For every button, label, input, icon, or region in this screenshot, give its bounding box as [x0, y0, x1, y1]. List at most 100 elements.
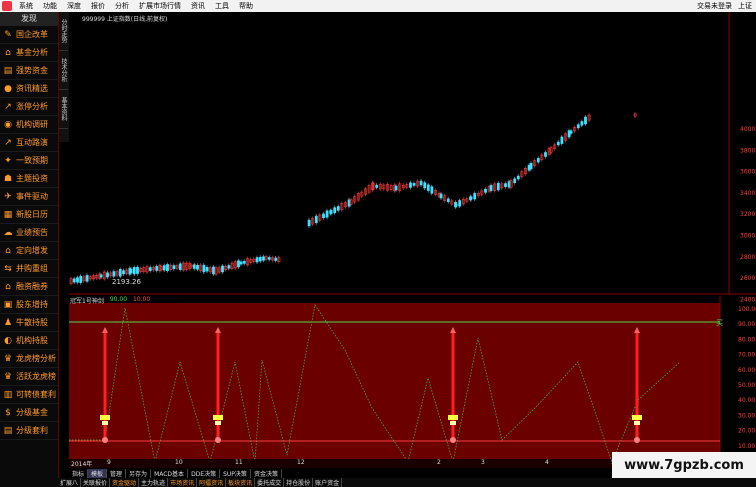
- signal-dot: [634, 437, 640, 443]
- sidebar-item[interactable]: ♛ 龙虎榜分析: [0, 350, 58, 368]
- app-logo-icon: [2, 1, 12, 11]
- tab-sector-news[interactable]: 板块资讯: [226, 478, 256, 487]
- candlestick: [333, 207, 337, 214]
- sidebar-item[interactable]: ▥ 可转债套利: [0, 386, 58, 404]
- sidebar-item-label: 分级基金: [16, 408, 48, 417]
- tab-template[interactable]: 模板: [88, 469, 108, 478]
- candlestick: [419, 180, 423, 186]
- sidebar-item[interactable]: ▤ 分级套利: [0, 422, 58, 440]
- tab-fundamentals[interactable]: 基本资料: [59, 90, 68, 129]
- trade-login-status[interactable]: 交易未登录: [697, 1, 732, 11]
- candlestick: [239, 261, 243, 265]
- menu-system[interactable]: 系统: [14, 1, 38, 11]
- menu-function[interactable]: 功能: [38, 1, 62, 11]
- sidebar-item-icon: ▤: [3, 425, 13, 436]
- sidebar-item[interactable]: ● 资讯精选: [0, 80, 58, 98]
- tab-alert-news[interactable]: 阿擂资讯: [197, 478, 227, 487]
- sidebar-item[interactable]: ♛ 活跃龙虎榜: [0, 368, 58, 386]
- sidebar-item[interactable]: $ 分级基金: [0, 404, 58, 422]
- tab-sup[interactable]: SUP决策: [220, 469, 251, 478]
- tab-save-as[interactable]: 另存为: [126, 469, 152, 478]
- tab-macd[interactable]: MACD基本: [151, 469, 189, 478]
- date-label: 10: [175, 459, 183, 466]
- candlestick: [580, 121, 584, 126]
- tab-dde[interactable]: DDE决策: [188, 469, 221, 478]
- sidebar-item[interactable]: ⇆ 并购重组: [0, 260, 58, 278]
- candlestick: [489, 185, 493, 191]
- menu-news[interactable]: 资讯: [186, 1, 210, 11]
- sidebar-item[interactable]: ▦ 新股日历: [0, 206, 58, 224]
- sidebar-item-icon: ▣: [3, 299, 13, 310]
- date-label: 9: [107, 459, 111, 466]
- kline-chart[interactable]: 4000 3800 3600 3400 3200 3000 2800 2600 2400 100…: [69, 12, 756, 460]
- tab-fund-drive[interactable]: 资金驱动: [110, 478, 140, 487]
- tab-account[interactable]: 账户资金: [313, 478, 343, 487]
- date-label: 2014年: [71, 461, 93, 468]
- candlestick: [516, 175, 520, 180]
- tab-market-news[interactable]: 市场资讯: [168, 478, 198, 487]
- candlestick: [267, 257, 271, 260]
- candlestick: [560, 136, 564, 144]
- menu-ext-market[interactable]: 扩展市场行情: [134, 1, 186, 11]
- date-label: 2: [437, 459, 441, 466]
- sidebar-item[interactable]: ✦ 一致预期: [0, 152, 58, 170]
- sidebar-item[interactable]: ⌂ 融资融券: [0, 278, 58, 296]
- candlestick: [576, 124, 580, 129]
- sidebar-item[interactable]: ⌂ 定向增发: [0, 242, 58, 260]
- sidebar-item[interactable]: ↗ 互动路演: [0, 134, 58, 152]
- sidebar-item[interactable]: ↗ 涨停分析: [0, 98, 58, 116]
- sidebar-item[interactable]: ⌂ 基金分析: [0, 44, 58, 62]
- sidebar-item-label: 牛散持股: [16, 318, 48, 327]
- tab-main-track[interactable]: 主力轨迹: [139, 478, 169, 487]
- signal-marker: [102, 421, 108, 425]
- sidebar-item[interactable]: ◐ 机构持股: [0, 332, 58, 350]
- candlestick: [227, 265, 231, 269]
- menu-help[interactable]: 帮助: [234, 1, 258, 11]
- price-axis-label: 4000: [740, 126, 755, 133]
- sidebar-item[interactable]: ☁ 业绩预告: [0, 224, 58, 242]
- sidebar-item[interactable]: ▣ 股东增持: [0, 296, 58, 314]
- site-watermark: www.7gpzb.com: [612, 452, 756, 478]
- tab-manage[interactable]: 管理: [107, 469, 127, 478]
- sidebar-item-label: 机构调研: [16, 120, 48, 129]
- tab-intraday[interactable]: 分时走势: [59, 12, 68, 51]
- candlestick: [322, 213, 325, 218]
- signal-marker: [632, 415, 642, 420]
- candlestick: [112, 271, 116, 277]
- candlestick: [529, 162, 533, 170]
- indicator-axis-label: 80.00: [738, 336, 755, 343]
- sidebar-item-label: 股东增持: [16, 300, 48, 309]
- tab-capital[interactable]: 资金决策: [251, 469, 282, 478]
- sidebar-item-label: 新股日历: [16, 210, 48, 219]
- candlestick: [166, 264, 169, 271]
- sidebar-item[interactable]: ◉ 机构调研: [0, 116, 58, 134]
- menu-quote[interactable]: 报价: [86, 1, 110, 11]
- candlestick: [469, 196, 473, 200]
- candlestick: [258, 256, 262, 262]
- tab-related-quote[interactable]: 关联报价: [81, 478, 111, 487]
- sidebar-item-label: 分级套利: [16, 426, 48, 435]
- menu-depth[interactable]: 深度: [62, 1, 86, 11]
- vertical-tabs: 分时走势 技术分析 基本资料: [59, 12, 69, 142]
- sidebar-item[interactable]: ☗ 主题投资: [0, 170, 58, 188]
- menu-analysis[interactable]: 分析: [110, 1, 134, 11]
- tab-orders[interactable]: 委托成交: [255, 478, 285, 487]
- tab-positions[interactable]: 持仓股份: [284, 478, 314, 487]
- sidebar-item[interactable]: ▤ 强势资金: [0, 62, 58, 80]
- tab-ext8[interactable]: 扩展八: [58, 478, 82, 487]
- sidebar-item-label: 并购重组: [16, 264, 48, 273]
- sidebar-item-label: 融资融券: [16, 282, 48, 291]
- indicator-name: 冠军1号神剑: [70, 298, 104, 305]
- signal-marker: [634, 421, 640, 425]
- sidebar-item-label: 定向增发: [16, 246, 48, 255]
- index-shortcut[interactable]: 上证: [738, 1, 752, 11]
- sidebar-item[interactable]: ♟ 牛散持股: [0, 314, 58, 332]
- candlestick: [262, 256, 265, 261]
- tab-technical[interactable]: 技术分析: [59, 51, 68, 90]
- tab-indicator[interactable]: 指标: [69, 469, 89, 478]
- sidebar-item-label: 强势资金: [16, 66, 48, 75]
- sidebar-item[interactable]: ✎ 国企改革: [0, 26, 58, 44]
- signal-marker: [450, 421, 456, 425]
- sidebar-item[interactable]: ✈ 事件驱动: [0, 188, 58, 206]
- menu-tools[interactable]: 工具: [210, 1, 234, 11]
